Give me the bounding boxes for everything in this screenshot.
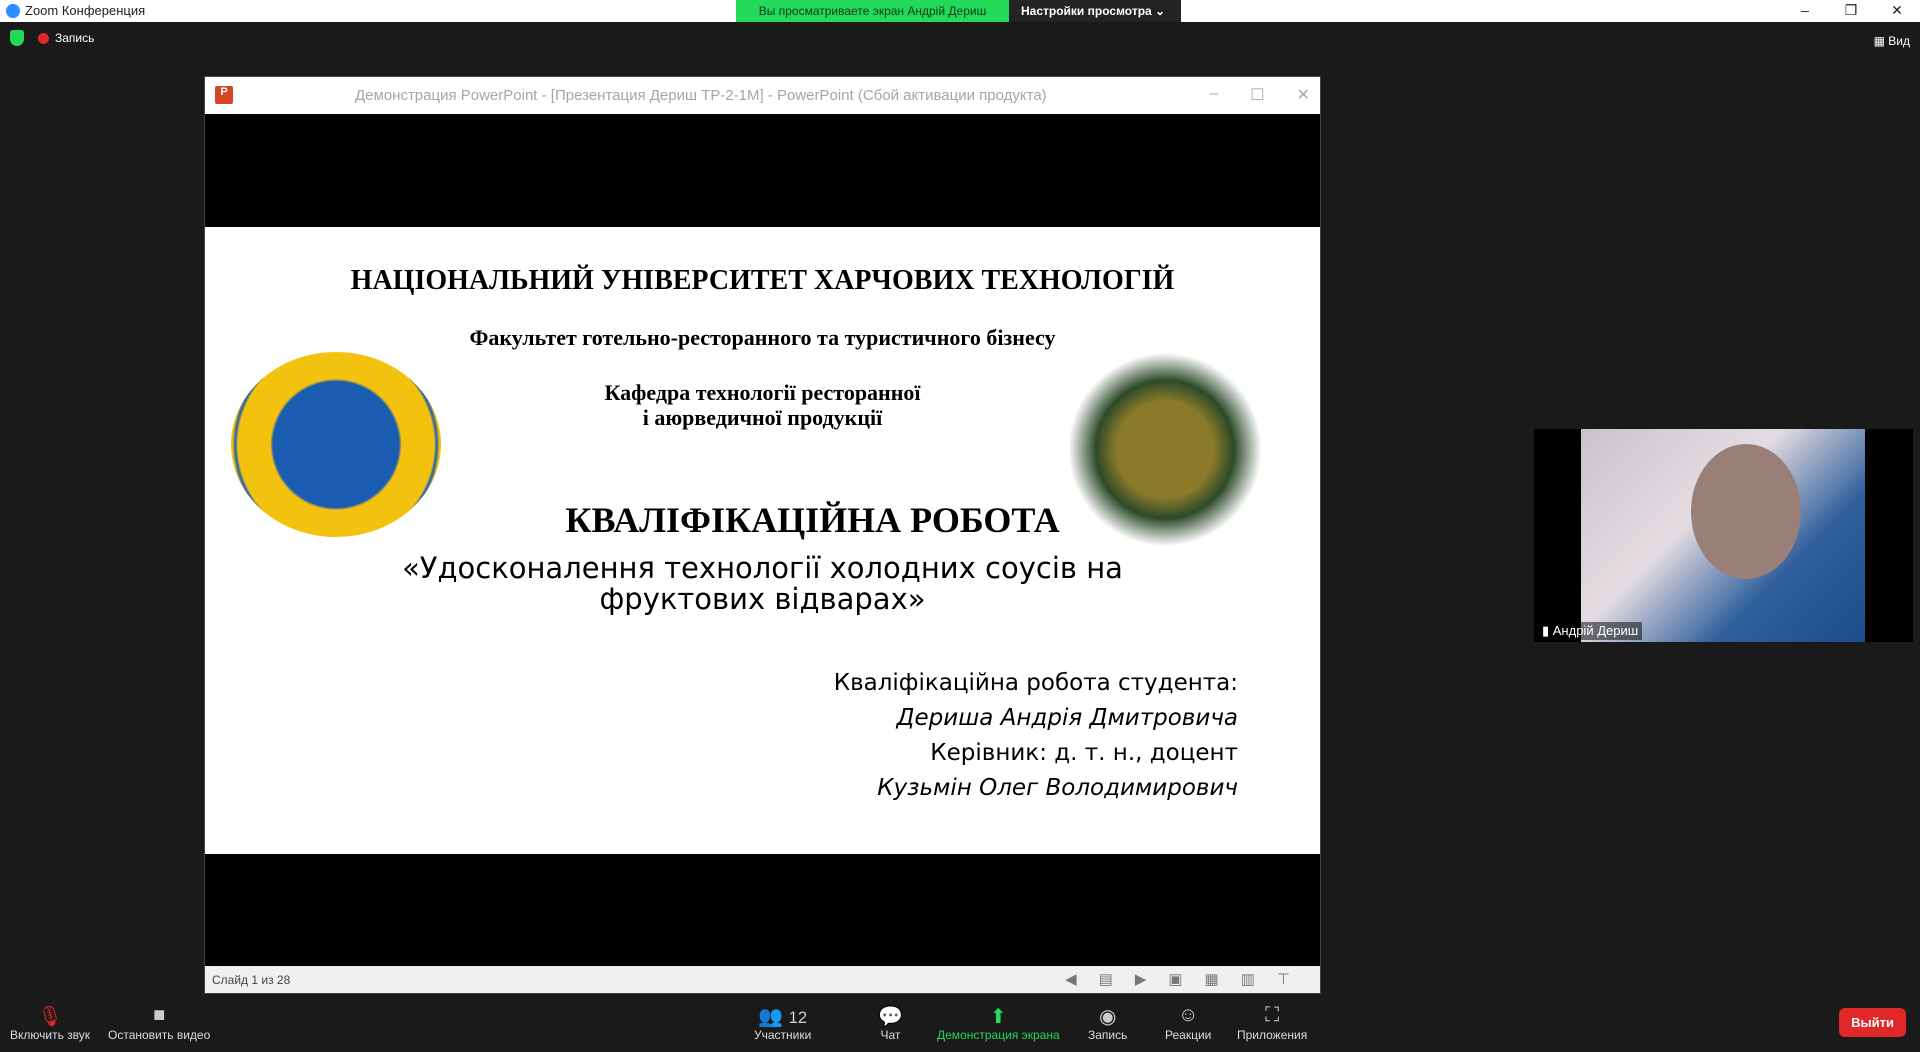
- security-shield-icon[interactable]: [10, 30, 24, 46]
- record-label: Запись: [1088, 1028, 1128, 1042]
- share-screen-button[interactable]: ⬆ Демонстрация экрана: [937, 1004, 1060, 1042]
- work-type: КВАЛІФІКАЦІЙНА РОБОТА: [565, 500, 1060, 540]
- unmute-label: Включить звук: [10, 1028, 91, 1042]
- reading-view-icon[interactable]: ▥: [1241, 970, 1255, 988]
- participants-label: Участники: [754, 1028, 812, 1042]
- next-slide-icon[interactable]: ▶: [1135, 970, 1147, 988]
- faculty-name: Факультет готельно-ресторанного та турис…: [469, 325, 1056, 350]
- participant-video[interactable]: ▮ Андрій Дериш: [1534, 429, 1913, 642]
- slide-counter: Слайд 1 из 28: [212, 973, 291, 987]
- ppt-minimize-button[interactable]: –: [1209, 85, 1218, 105]
- share-banner: Вы просматриваете экран Андрій Дериш Нас…: [736, 0, 1181, 22]
- slide: НАЦІОНАЛЬНИЙ УНІВЕРСИТЕТ ХАРЧОВИХ ТЕХНОЛ…: [205, 227, 1320, 854]
- supervisor-label: Керівник: д. т. н., доцент: [930, 740, 1238, 766]
- student-label: Кваліфікаційна робота студента:: [833, 670, 1238, 696]
- camera-icon: ■: [153, 1004, 166, 1026]
- supervisor-name: Кузьмін Олег Володимирович: [877, 775, 1238, 801]
- student-name: Дериша Андрія Дмитровича: [896, 705, 1238, 731]
- record-icon: ◉: [1098, 1006, 1117, 1028]
- restore-button[interactable]: ❐: [1828, 0, 1874, 20]
- reactions-icon: ☺: [1177, 1004, 1199, 1026]
- zoom-logo-icon: [6, 3, 20, 18]
- ppt-statusbar: Слайд 1 из 28 ◀ ▤ ▶ ▣ ▦ ▥ ⊤: [205, 966, 1320, 993]
- recording-label: Запись: [55, 31, 95, 45]
- slideshow-icon[interactable]: ⊤: [1277, 970, 1290, 988]
- powerpoint-icon: P: [215, 86, 233, 104]
- ppt-close-button[interactable]: ✕: [1297, 85, 1310, 105]
- chat-icon: 💬: [878, 1006, 903, 1028]
- participants-count: 12: [788, 1008, 808, 1027]
- apps-button[interactable]: ⛶ Приложения: [1237, 1004, 1307, 1042]
- topic-line1: «Удосконалення технології холодних соусі…: [402, 551, 1123, 585]
- normal-view-icon[interactable]: ▣: [1168, 970, 1182, 988]
- participant-name: ▮ Андрій Дериш: [1538, 622, 1643, 640]
- university-name: НАЦІОНАЛЬНИЙ УНІВЕРСИТЕТ ХАРЧОВИХ ТЕХНОЛ…: [350, 265, 1175, 296]
- share-screen-icon: ⬆: [989, 1006, 1007, 1028]
- stop-video-label: Остановить видео: [108, 1028, 211, 1042]
- view-label: Вид: [1888, 34, 1910, 48]
- view-options-button[interactable]: Настройки просмотра ⌄: [1009, 0, 1181, 22]
- unmute-button[interactable]: 🎙 Включить звук: [10, 1004, 90, 1042]
- close-button[interactable]: ✕: [1874, 0, 1920, 20]
- participants-icon: 👥 12: [758, 1006, 808, 1028]
- topic-line2: фруктових відварах»: [599, 582, 926, 616]
- stop-video-button[interactable]: ■ Остановить видео: [108, 1004, 210, 1042]
- previous-slide-icon[interactable]: ◀: [1065, 970, 1077, 988]
- window-title: Zoom Конференция: [25, 3, 146, 18]
- meeting-topbar: Запись: [10, 30, 94, 46]
- meeting-toolbar: 🎙 Включить звук ■ Остановить видео 👥 12 Уча…: [0, 998, 1920, 1052]
- chat-button[interactable]: 💬 Чат: [878, 1004, 903, 1042]
- ppt-maximize-button[interactable]: ☐: [1250, 85, 1264, 105]
- chat-label: Чат: [880, 1028, 901, 1042]
- participant-face: [1691, 444, 1801, 579]
- apps-label: Приложения: [1237, 1028, 1308, 1042]
- recording-indicator[interactable]: Запись: [38, 31, 94, 45]
- leave-button[interactable]: Выйти: [1839, 1008, 1906, 1037]
- apps-icon: ⛶: [1265, 1004, 1280, 1026]
- minimize-button[interactable]: –: [1782, 0, 1828, 20]
- reactions-button[interactable]: ☺ Реакции: [1165, 1004, 1211, 1042]
- viewing-label: Вы просматриваете экран Андрій Дериш: [736, 0, 1009, 22]
- video-feed: [1581, 429, 1865, 642]
- participant-name-label: Андрій Дериш: [1552, 623, 1639, 638]
- participants-button[interactable]: 👥 12 Участники: [754, 1004, 811, 1042]
- share-screen-label: Демонстрация экрана: [937, 1028, 1060, 1042]
- ppt-titlebar: P Демонстрация PowerPoint - [Презентация…: [205, 77, 1320, 114]
- powerpoint-window: P Демонстрация PowerPoint - [Презентация…: [204, 76, 1321, 994]
- record-button[interactable]: ◉ Запись: [1088, 1004, 1127, 1042]
- view-button[interactable]: ▦ Вид: [1874, 34, 1910, 48]
- muted-mic-icon: 🎙: [37, 1006, 63, 1028]
- ppt-title: Демонстрация PowerPoint - [Презентация Д…: [355, 87, 1047, 104]
- slide-list-icon[interactable]: ▤: [1099, 970, 1113, 988]
- record-dot-icon: [38, 33, 49, 45]
- slide-sorter-icon[interactable]: ▦: [1205, 970, 1219, 988]
- reactions-label: Реакции: [1165, 1028, 1212, 1042]
